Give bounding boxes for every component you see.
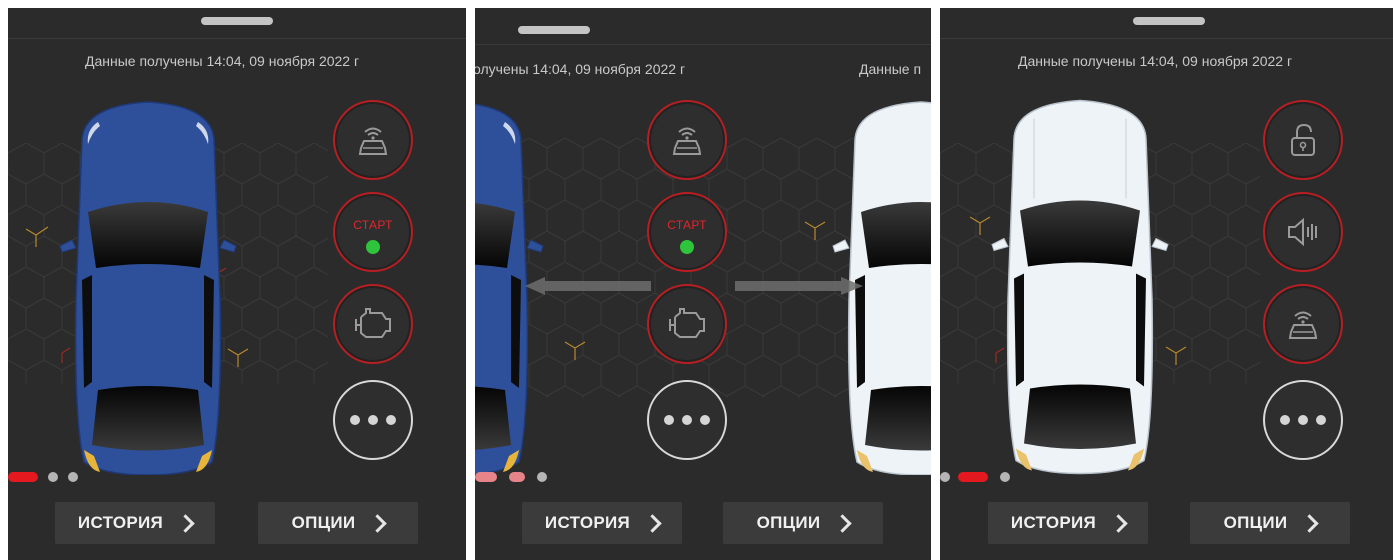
chevron-right-icon: [643, 513, 662, 533]
history-label: ИСТОРИЯ: [1010, 513, 1097, 532]
divider: [475, 44, 931, 45]
data-received-label: Данные получены 14:04, 09 ноября 2022 г: [1018, 53, 1293, 69]
arrow-right-icon: [735, 277, 863, 295]
drag-handle[interactable]: [1133, 17, 1205, 25]
more-icon: [664, 415, 710, 425]
remote-status-button[interactable]: [333, 100, 413, 180]
history-label: ИСТОРИЯ: [544, 513, 631, 532]
chevron-right-icon: [833, 513, 853, 533]
options-button[interactable]: ОПЦИИ: [1190, 502, 1350, 544]
divider: [940, 38, 1393, 39]
data-received-label-right: Данные п: [859, 61, 922, 77]
panel-white-car: Данные получены 14:04, 09 ноября 2022 г: [940, 8, 1393, 560]
start-label: СТАРТ: [353, 218, 393, 232]
page-dot[interactable]: [537, 472, 547, 482]
speaker-icon: [1288, 217, 1317, 247]
page-dot[interactable]: [1000, 472, 1010, 482]
car-remote-icon: [672, 127, 702, 155]
page-indicator: [475, 471, 555, 483]
divider: [8, 38, 466, 39]
history-button[interactable]: ИСТОРИЯ: [988, 502, 1148, 544]
unlock-button[interactable]: [1263, 100, 1343, 180]
page-dot-active[interactable]: [958, 472, 988, 482]
more-button[interactable]: [333, 380, 413, 460]
panel-blue-car: Данные получены 14:04, 09 ноября 2022 г …: [8, 8, 466, 560]
start-label: СТАРТ: [667, 218, 707, 232]
engine-check-button[interactable]: [647, 284, 727, 364]
car-image-blue: [59, 101, 237, 475]
page-dot-fading[interactable]: [509, 472, 525, 482]
options-label: ОПЦИИ: [291, 513, 356, 532]
history-button[interactable]: ИСТОРИЯ: [522, 502, 682, 544]
drag-handle[interactable]: [201, 17, 273, 25]
car-remote-icon: [358, 127, 388, 155]
drag-handle[interactable]: [518, 26, 590, 34]
page-indicator: [940, 471, 1020, 483]
engine-running-indicator: [366, 240, 380, 254]
more-icon: [1280, 415, 1326, 425]
engine-running-indicator: [680, 240, 694, 254]
arrow-left-icon: [525, 277, 651, 295]
options-label: ОПЦИИ: [756, 513, 821, 532]
horn-button[interactable]: [1263, 192, 1343, 272]
more-button[interactable]: [647, 380, 727, 460]
chevron-right-icon: [1109, 513, 1128, 533]
chevron-right-icon: [368, 513, 388, 533]
page-dot-fading[interactable]: [475, 472, 497, 482]
chevron-right-icon: [1300, 513, 1320, 533]
car-remote-icon: [1288, 311, 1318, 339]
car-image-white: [991, 99, 1169, 475]
panel-swipe-transition: олучены 14:04, 09 ноября 2022 г Данные п: [475, 8, 931, 560]
more-button[interactable]: [1263, 380, 1343, 460]
options-button[interactable]: ОПЦИИ: [723, 502, 883, 544]
chevron-right-icon: [176, 513, 195, 533]
page-dot[interactable]: [48, 472, 58, 482]
start-engine-button[interactable]: СТАРТ: [333, 192, 413, 272]
history-label: ИСТОРИЯ: [77, 513, 164, 532]
remote-status-button[interactable]: [647, 100, 727, 180]
start-engine-button[interactable]: СТАРТ: [647, 192, 727, 272]
page-indicator: [8, 471, 108, 483]
history-button[interactable]: ИСТОРИЯ: [55, 502, 215, 544]
engine-icon: [669, 308, 705, 338]
page-dot-active[interactable]: [8, 472, 38, 482]
engine-check-button[interactable]: [333, 284, 413, 364]
data-received-label: Данные получены 14:04, 09 ноября 2022 г: [85, 53, 360, 69]
engine-icon: [355, 308, 391, 338]
data-received-label-left: олучены 14:04, 09 ноября 2022 г: [475, 61, 686, 77]
options-label: ОПЦИИ: [1223, 513, 1288, 532]
page-dot[interactable]: [68, 472, 78, 482]
page-dot[interactable]: [940, 472, 950, 482]
remote-status-button[interactable]: [1263, 284, 1343, 364]
options-button[interactable]: ОПЦИИ: [258, 502, 418, 544]
unlock-icon: [1291, 123, 1315, 156]
more-icon: [350, 415, 396, 425]
